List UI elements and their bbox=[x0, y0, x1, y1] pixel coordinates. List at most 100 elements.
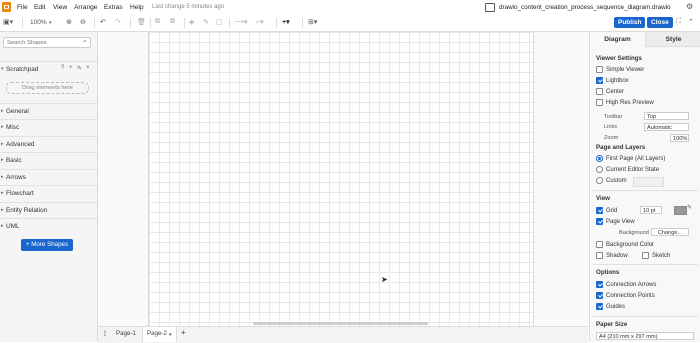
scratchpad-drop-zone[interactable]: Drag elements here bbox=[6, 82, 89, 94]
paper-size-select[interactable]: A4 (210 mm x 297 mm) bbox=[596, 332, 694, 340]
checkbox[interactable] bbox=[596, 77, 603, 84]
grid-checkbox[interactable]: Grid bbox=[596, 207, 617, 214]
checkbox[interactable] bbox=[596, 99, 603, 106]
links-select[interactable]: Automatic bbox=[644, 123, 689, 131]
change-background-button[interactable]: Change... bbox=[651, 228, 689, 236]
section-misc[interactable]: ▸ Misc bbox=[0, 119, 97, 134]
section-entity-relation[interactable]: ▸ Entity Relation bbox=[0, 202, 97, 217]
shadow-icon[interactable]: ▢ bbox=[216, 18, 223, 26]
zoom-input[interactable]: 100% bbox=[670, 134, 689, 142]
toolbar-separator bbox=[302, 18, 303, 28]
scratchpad-header[interactable]: ▾ Scratchpad ? + ✎ × bbox=[0, 61, 97, 76]
grid-color-swatch[interactable] bbox=[674, 206, 687, 215]
checkbox[interactable] bbox=[596, 66, 603, 73]
zoom-select[interactable]: 100% bbox=[30, 19, 47, 26]
chevron-down-icon[interactable]: ▾ bbox=[169, 332, 172, 338]
checkbox[interactable] bbox=[596, 281, 603, 288]
diagram-canvas[interactable]: ➤ bbox=[98, 32, 588, 326]
current-state-radio[interactable]: Current Editor State bbox=[596, 166, 659, 173]
high-res-checkbox[interactable]: High Res Preview bbox=[596, 99, 654, 106]
radio[interactable] bbox=[596, 155, 603, 162]
section-general[interactable]: ▸ General bbox=[0, 103, 97, 118]
waypoints-icon[interactable]: ⌐▾ bbox=[256, 18, 264, 26]
format-panel-icon[interactable]: ▣▾ bbox=[3, 18, 13, 26]
last-change-text[interactable]: Last change 5 minutes ago bbox=[152, 4, 224, 10]
table-icon[interactable]: ⊞▾ bbox=[308, 18, 317, 26]
delete-icon[interactable]: 🗑 bbox=[137, 18, 146, 26]
checkbox[interactable] bbox=[642, 252, 649, 259]
chevron-down-icon[interactable]: ▾ bbox=[49, 20, 52, 26]
lightbox-checkbox[interactable]: Lightbox bbox=[596, 77, 629, 84]
chevron-right-icon: ▸ bbox=[1, 207, 4, 213]
undo-icon[interactable]: ↶ bbox=[100, 18, 106, 26]
tab-diagram[interactable]: Diagram bbox=[590, 32, 645, 47]
zoom-in-icon[interactable]: ⊕ bbox=[66, 18, 72, 26]
tab-style[interactable]: Style bbox=[645, 32, 700, 47]
first-page-radio[interactable]: First Page (All Layers) bbox=[596, 155, 665, 162]
menu-edit[interactable]: Edit bbox=[34, 4, 45, 11]
to-back-icon[interactable]: ⧉ bbox=[170, 18, 175, 26]
pencil-icon[interactable]: ✎ bbox=[687, 204, 692, 211]
connection-icon[interactable]: ⟶▾ bbox=[234, 18, 248, 26]
checkbox[interactable] bbox=[596, 207, 603, 214]
checkbox[interactable] bbox=[596, 303, 603, 310]
section-flowchart[interactable]: ▸ Flowchart bbox=[0, 185, 97, 200]
checkbox[interactable] bbox=[596, 218, 603, 225]
tab-page-2[interactable]: Page-2 bbox=[147, 330, 167, 337]
toolbar-select[interactable]: Top bbox=[644, 112, 689, 120]
connection-points-checkbox[interactable]: Connection Points bbox=[596, 292, 655, 299]
checkbox[interactable] bbox=[596, 252, 603, 259]
menu-view[interactable]: View bbox=[53, 4, 67, 11]
custom-radio[interactable]: Custom bbox=[596, 177, 627, 184]
radio[interactable] bbox=[596, 166, 603, 173]
zoom-out-icon[interactable]: ⊖ bbox=[80, 18, 86, 26]
connection-arrows-checkbox[interactable]: Connection Arrows bbox=[596, 281, 656, 288]
section-advanced[interactable]: ▸ Advanced bbox=[0, 136, 97, 151]
close-button[interactable]: Close bbox=[647, 17, 673, 28]
edit-icon[interactable]: ✎ bbox=[77, 65, 82, 72]
menu-arrange[interactable]: Arrange bbox=[74, 4, 97, 11]
help-icon[interactable]: ? bbox=[61, 65, 64, 71]
menu-file[interactable]: File bbox=[17, 4, 28, 11]
more-shapes-button[interactable]: + More Shapes bbox=[21, 239, 73, 251]
pages-menu-icon[interactable]: ⋮ bbox=[102, 330, 108, 337]
checkbox[interactable] bbox=[596, 88, 603, 95]
checkbox[interactable] bbox=[596, 241, 603, 248]
menu-help[interactable]: Help bbox=[130, 4, 144, 11]
collapse-icon[interactable]: ⌃ bbox=[688, 18, 694, 26]
line-color-icon[interactable]: ✎ bbox=[203, 18, 209, 26]
diagram-page[interactable] bbox=[148, 32, 534, 326]
checkbox[interactable] bbox=[596, 292, 603, 299]
center-checkbox[interactable]: Center bbox=[596, 88, 624, 95]
insert-icon[interactable]: +▾ bbox=[282, 18, 290, 26]
search-icon[interactable]: ⌕ bbox=[83, 38, 87, 46]
redo-icon[interactable]: ↷ bbox=[115, 18, 121, 26]
menu-extras[interactable]: Extras bbox=[104, 4, 123, 11]
file-name[interactable]: drawio_content_creation_process_sequence… bbox=[499, 4, 671, 11]
chevron-right-icon: ▸ bbox=[1, 157, 4, 163]
page-view-checkbox[interactable]: Page View bbox=[596, 218, 635, 225]
guides-checkbox[interactable]: Guides bbox=[596, 303, 625, 310]
search-input[interactable]: Search Shapes ⌕ bbox=[3, 37, 91, 48]
gear-icon[interactable]: ⚙ bbox=[686, 2, 693, 11]
add-icon[interactable]: + bbox=[69, 65, 73, 71]
publish-button[interactable]: Publish bbox=[614, 17, 646, 28]
section-basic[interactable]: ▸ Basic bbox=[0, 152, 97, 167]
horizontal-scrollbar[interactable] bbox=[253, 322, 428, 325]
shadow-checkbox[interactable]: Shadow bbox=[596, 252, 628, 259]
section-uml[interactable]: ▸ UML bbox=[0, 218, 97, 233]
sketch-checkbox[interactable]: Sketch bbox=[642, 252, 670, 259]
fill-color-icon[interactable]: ◈ bbox=[189, 18, 194, 26]
radio[interactable] bbox=[596, 177, 603, 184]
section-arrows[interactable]: ▸ Arrows bbox=[0, 169, 97, 184]
custom-layers-field[interactable] bbox=[633, 177, 664, 187]
add-page-icon[interactable]: + bbox=[181, 328, 186, 337]
simple-viewer-checkbox[interactable]: Simple Viewer bbox=[596, 66, 644, 73]
tab-page-1[interactable]: Page-1 bbox=[116, 330, 136, 337]
fullscreen-icon[interactable]: ⛶ bbox=[676, 18, 681, 26]
grid-size-input[interactable]: 10 pt bbox=[640, 206, 662, 214]
close-icon[interactable]: × bbox=[86, 65, 90, 71]
to-front-icon[interactable]: ⧉ bbox=[155, 18, 160, 26]
device-icon[interactable] bbox=[485, 3, 495, 12]
background-color-checkbox[interactable]: Background Color bbox=[596, 241, 654, 248]
